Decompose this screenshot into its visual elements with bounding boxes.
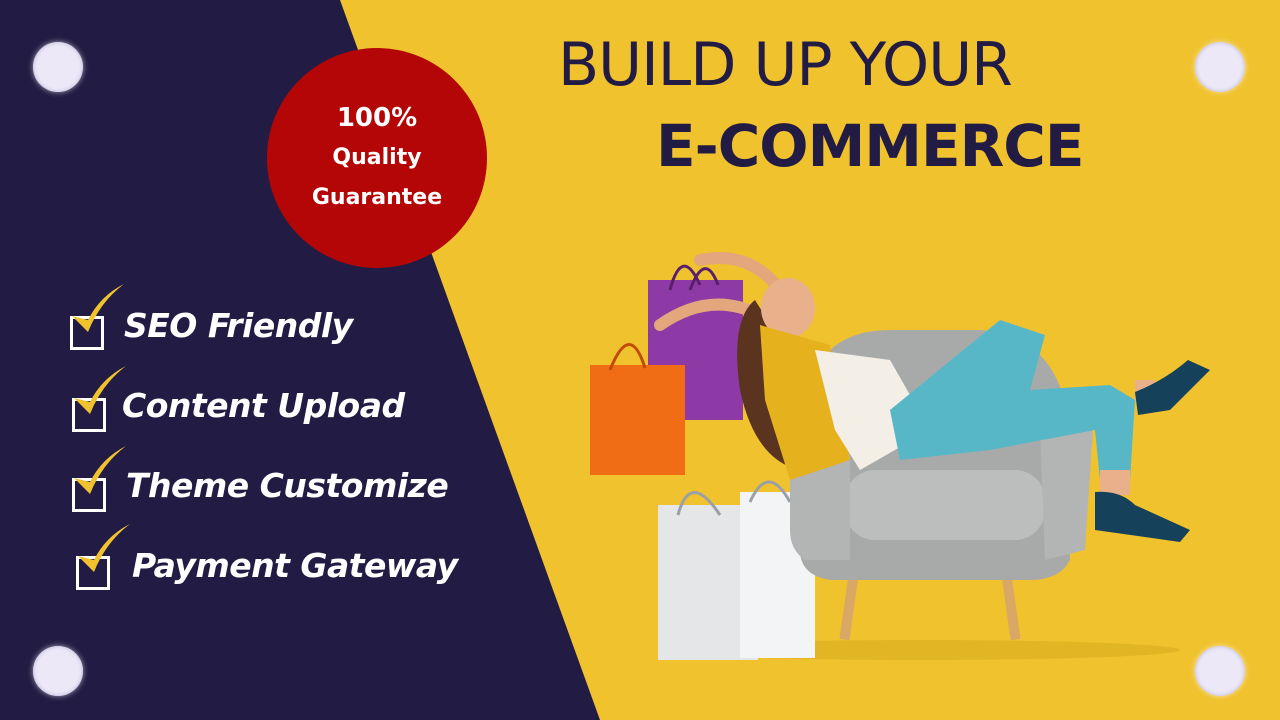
corner-dot-top-left: [33, 42, 83, 92]
badge-percent: 100%: [336, 103, 418, 133]
headline-line-1: BUILD UP YOUR: [558, 30, 1013, 100]
feature-label: Theme Customize: [126, 466, 449, 505]
quality-guarantee-badge: 100% Quality Guarantee: [267, 48, 487, 268]
feature-label: Payment Gateway: [132, 546, 458, 585]
checkmark-icon: [74, 446, 126, 494]
checkmark-icon: [78, 524, 130, 572]
badge-line-quality: Quality: [332, 145, 422, 170]
feature-label: Content Upload: [122, 386, 405, 425]
shopper-illustration: [590, 252, 1210, 660]
corner-dot-top-right: [1195, 42, 1245, 92]
badge-line-guarantee: Guarantee: [311, 185, 443, 210]
corner-dot-bottom-left: [33, 646, 83, 696]
headline-line-2: E-COMMERCE: [656, 112, 1084, 180]
checkmark-icon: [72, 284, 124, 332]
feature-label: SEO Friendly: [124, 306, 353, 345]
